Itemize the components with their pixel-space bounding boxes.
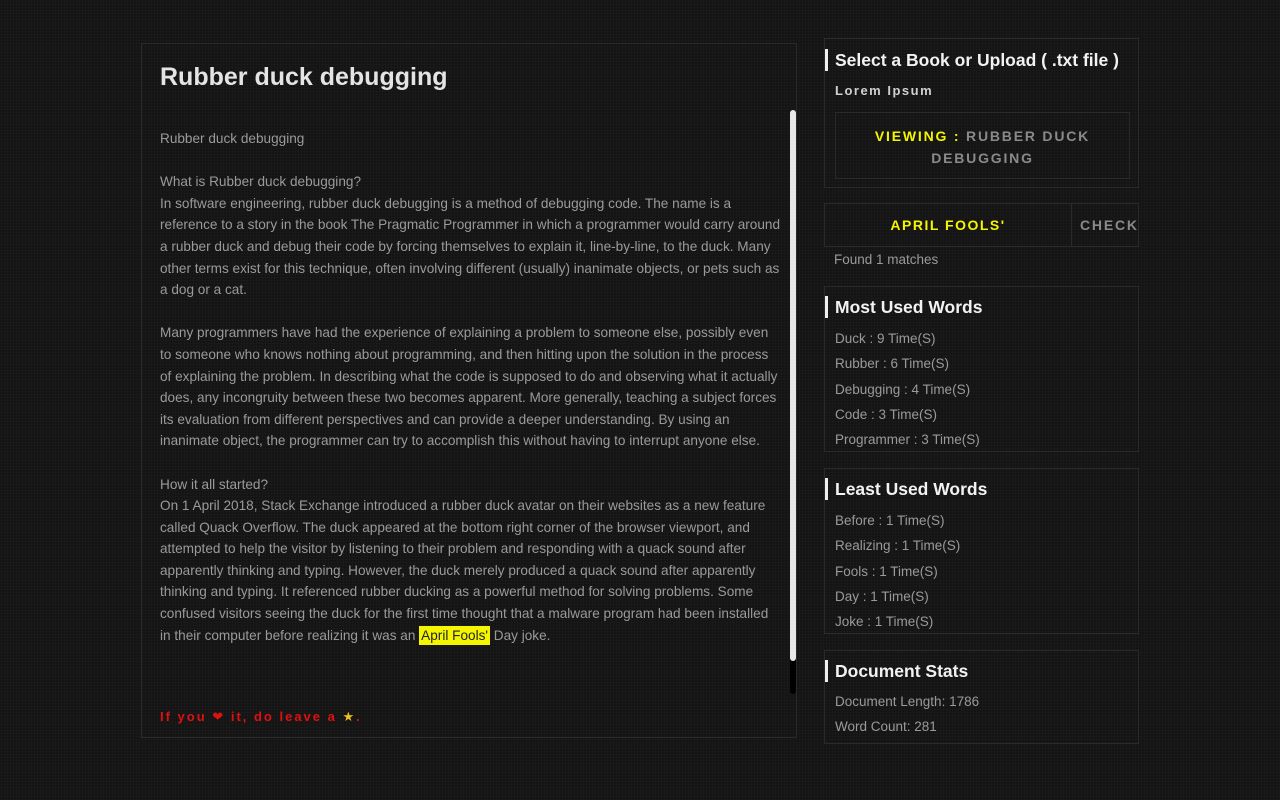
list-item: Word Count: 281 bbox=[835, 719, 937, 735]
footer-text: it, do leave a bbox=[230, 709, 337, 724]
list-item: Joke : 1 Time(S) bbox=[835, 614, 934, 630]
document-paragraph: Many programmers have had the experience… bbox=[160, 325, 778, 449]
list-item: Document Length: 1786 bbox=[835, 694, 980, 709]
book-name[interactable]: Lorem Ipsum bbox=[835, 83, 933, 98]
list-item: Rubber : 6 Time(S) bbox=[835, 356, 950, 372]
paragraph-text: How it all started? On 1 April 2018, Sta… bbox=[160, 476, 769, 643]
search-result: Found 1 matches bbox=[834, 252, 939, 267]
document-stats-list: Document Length: 1786 Word Count: 281 bbox=[835, 689, 979, 740]
search-highlight: April Fools' bbox=[419, 625, 490, 645]
viewing-label: VIEWING : bbox=[874, 128, 961, 144]
document-body[interactable]: Rubber duck debugging What is Rubber duc… bbox=[160, 128, 782, 693]
most-used-title: Most Used Words bbox=[825, 296, 982, 318]
most-used-panel: Most Used Words Duck : 9 Time(S) Rubber … bbox=[824, 286, 1139, 452]
least-used-title: Least Used Words bbox=[825, 478, 987, 500]
search-input[interactable] bbox=[825, 204, 1072, 246]
footer-text: . bbox=[356, 709, 362, 724]
paragraph-text: Day joke. bbox=[489, 627, 551, 643]
most-used-list: Duck : 9 Time(S) Rubber : 6 Time(S) Debu… bbox=[835, 326, 980, 452]
book-select-title[interactable]: Select a Book or Upload ( .txt file ) bbox=[825, 49, 1119, 71]
list-item: Day : 1 Time(S) bbox=[835, 588, 929, 604]
footer-text: If you bbox=[160, 709, 207, 724]
star-icon[interactable]: ★ bbox=[343, 709, 357, 724]
document-paragraph: What is Rubber duck debugging? In softwa… bbox=[160, 174, 781, 298]
document-scrollbar[interactable] bbox=[790, 110, 796, 694]
viewing-indicator: VIEWING : RUBBER DUCK DEBUGGING bbox=[835, 112, 1130, 179]
check-button[interactable]: CHECK bbox=[1074, 204, 1138, 246]
list-item: Before : 1 Time(S) bbox=[835, 513, 945, 528]
book-select-panel: Select a Book or Upload ( .txt file ) Lo… bbox=[824, 38, 1139, 188]
list-item: Programmer : 3 Time(S) bbox=[835, 432, 980, 448]
heart-icon: ❤ bbox=[212, 709, 226, 724]
list-item: Realizing : 1 Time(S) bbox=[835, 538, 961, 554]
list-item: Code : 3 Time(S) bbox=[835, 406, 938, 422]
document-stats-title: Document Stats bbox=[825, 660, 968, 682]
least-used-list: Before : 1 Time(S) Realizing : 1 Time(S)… bbox=[835, 508, 960, 634]
document-paragraph-last: How it all started? On 1 April 2018, Sta… bbox=[160, 474, 782, 647]
search-row: CHECK bbox=[824, 203, 1139, 247]
scrollbar-thumb[interactable] bbox=[790, 110, 796, 661]
list-item: Fools : 1 Time(S) bbox=[835, 563, 938, 579]
document-stats-panel: Document Stats Document Length: 1786 Wor… bbox=[824, 650, 1139, 744]
document-paragraph: Rubber duck debugging bbox=[160, 131, 305, 146]
document-title: Rubber duck debugging bbox=[160, 63, 448, 91]
least-used-panel: Least Used Words Before : 1 Time(S) Real… bbox=[824, 468, 1139, 634]
footer-message: If you ❤ it, do leave a ★. bbox=[160, 709, 362, 725]
list-item: Duck : 9 Time(S) bbox=[835, 331, 936, 346]
list-item: Debugging : 4 Time(S) bbox=[835, 381, 971, 397]
document-panel: Rubber duck debugging Rubber duck debugg… bbox=[141, 43, 797, 738]
